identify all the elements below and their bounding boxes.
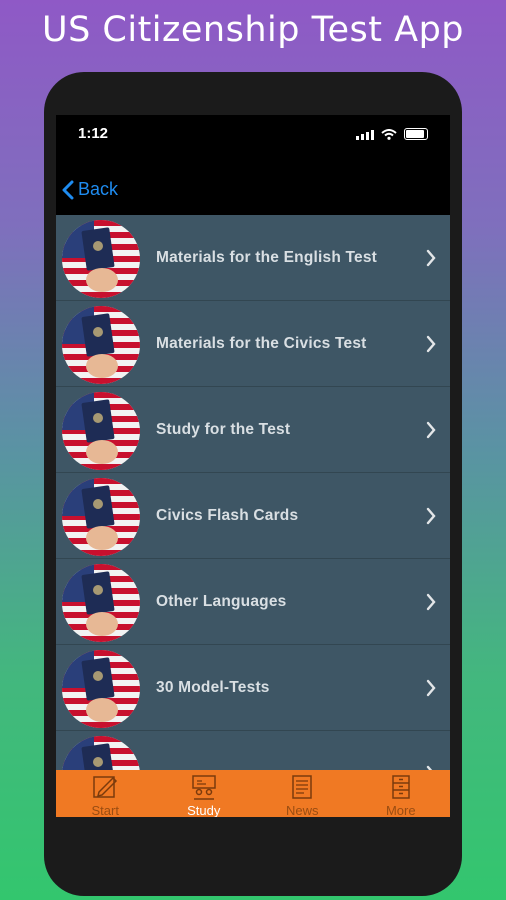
wifi-icon [381,129,397,140]
list-item-english-materials[interactable]: Materials for the English Test [56,215,450,301]
list-item-other-languages[interactable]: Other Languages [56,559,450,645]
tab-study[interactable]: Study [155,770,254,817]
menu-list: Materials for the English Test Materials… [56,215,450,770]
list-item-label: Other Languages [156,593,287,610]
chevron-right-icon [426,679,436,697]
list-item-label: Materials for the English Test [156,249,378,266]
list-item-flash-cards[interactable]: Civics Flash Cards [56,473,450,559]
status-icons [356,128,428,140]
notebook-pencil-icon [93,776,118,798]
chevron-right-icon [426,421,436,439]
chevron-right-icon [426,249,436,267]
passport-flag-icon [62,736,140,770]
chevron-right-icon [426,593,436,611]
list-item-label: Materials for the Civics Test [156,335,367,352]
list-item-model-tests[interactable]: 30 Model-Tests [56,645,450,731]
passport-flag-icon [62,220,140,298]
chevron-right-icon [426,335,436,353]
chevron-right-icon [426,507,436,525]
chevron-left-icon [62,180,74,199]
list-item-label: Study for the Test [156,421,291,438]
tab-news[interactable]: News [253,770,352,817]
status-bar: 1:12 [56,115,450,153]
tab-label: Study [187,803,221,817]
tab-more[interactable]: More [352,770,451,817]
newspaper-icon [292,775,312,799]
tab-label: More [385,803,416,817]
phone-screen: 1:12 Back Materials for the English Test… [56,115,450,817]
passport-flag-icon [62,392,140,470]
list-item-label: 30 Model-Tests [156,679,270,696]
list-item-label: Civics Flash Cards [156,507,299,524]
passport-flag-icon [62,564,140,642]
tab-bar: Start Study News More [56,770,450,817]
back-button[interactable]: Back [62,179,118,200]
tab-start[interactable]: Start [56,770,155,817]
list-item-partial[interactable] [56,731,450,770]
classroom-icon [192,775,216,800]
promo-title: US Citizenship Test App [41,10,465,50]
list-item-study[interactable]: Study for the Test [56,387,450,473]
battery-icon [404,128,428,140]
nav-bar: Back [56,173,450,213]
passport-flag-icon [62,478,140,556]
tab-label: News [285,803,319,817]
list-item-civics-materials[interactable]: Materials for the Civics Test [56,301,450,387]
passport-flag-icon [62,650,140,728]
cabinet-icon [392,775,410,799]
tab-label: Start [91,803,119,817]
back-label: Back [78,179,119,199]
passport-flag-icon [62,306,140,384]
status-time: 1:12 [78,125,109,142]
cellular-signal-icon [356,130,374,140]
